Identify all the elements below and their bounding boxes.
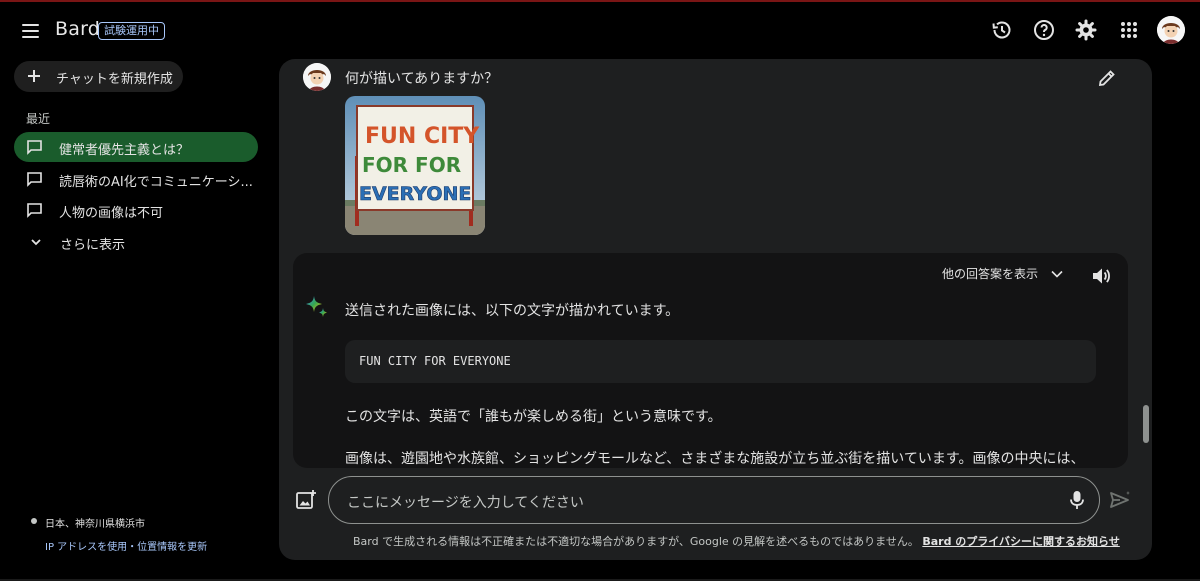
disclaimer: Bard で生成される情報は不正確または不適切な場合がありますが、Google … [353,533,1120,549]
bard-sparkle-icon [306,296,327,317]
user-prompt: 何が描いてありますか？ [345,71,499,87]
location-dot-icon [31,518,37,524]
message-input-placeholder: ここにメッセージを入力してください [347,495,584,511]
new-chat-button[interactable]: チャットを新規作成 [14,61,183,92]
privacy-link[interactable]: Bard のプライバシーに関するお知らせ [922,535,1120,548]
other-drafts-button[interactable]: 他の回答案を表示 [942,265,1038,282]
add-image-icon[interactable] [295,489,317,511]
sidebar-item-chat-2[interactable]: 読唇術のAI化でコミュニケーシ... [14,164,258,194]
user-avatar [303,63,331,91]
code-text: FUN CITY FOR EVERYONE [359,354,511,368]
response-paragraph-2: この文字は、英語で「誰もが楽しめる街」という意味です。 [345,409,722,425]
sign-text-line-1: FUN CITY [365,124,480,149]
disclaimer-text: Bard で生成される情報は不正確または不適切な場合がありますが、Google … [353,535,919,548]
recent-heading: 最近 [26,112,51,126]
help-icon[interactable] [1032,18,1056,42]
plus-icon [28,70,40,82]
sidebar-item-label: 読唇術のAI化でコミュニケーシ... [59,175,253,190]
scrollbar-thumb[interactable] [1143,405,1149,443]
chat-bubble-icon [27,172,42,187]
response-card: 他の回答案を表示 送信された画像には、以下の文字が描かれています。 FUN CI… [293,253,1128,468]
location-text: 日本、神奈川県横浜市 [45,519,145,530]
app-logo: Bard [55,18,101,40]
sign-photo: FUN CITY FOR FOR EVERYONE [345,96,485,235]
chevron-down-icon[interactable] [1050,267,1064,281]
sidebar-item-chat-3[interactable]: 人物の画像は不可 [14,195,258,225]
uploaded-image[interactable]: FUN CITY FOR FOR EVERYONE [345,96,485,235]
response-paragraph-3: 画像は、遊園地や水族館、ショッピングモールなど、さまざまな施設が立ち並ぶ街を描い… [345,451,1085,467]
avatar-image [303,63,331,91]
avatar-image [1157,16,1185,44]
edit-icon[interactable] [1096,67,1118,89]
sidebar-item-chat-1[interactable]: 健常者優先主義とは？ [14,132,258,162]
microphone-icon[interactable] [1067,489,1087,511]
chat-bubble-icon [27,203,42,218]
menu-icon[interactable] [18,18,44,44]
sidebar-item-label: 人物の画像は不可 [59,206,164,221]
app-header: Bard 試験運用中 [0,2,1200,58]
experiment-badge: 試験運用中 [98,22,165,40]
account-avatar[interactable] [1157,16,1185,44]
history-icon[interactable] [990,18,1014,42]
chat-panel: 何が描いてありますか？ FUN CITY FOR FOR EVERYONE 他の… [279,59,1152,560]
sign-text-line-3: EVERYONE [359,183,471,205]
chat-bubble-icon [27,140,42,155]
chevron-down-icon [31,239,41,246]
sidebar-item-label: 健常者優先主義とは？ [59,143,190,158]
response-intro: 送信された画像には、以下の文字が描かれています。 [345,303,680,319]
message-input[interactable]: ここにメッセージを入力してください [328,476,1100,524]
gear-icon[interactable] [1074,18,1098,42]
code-block: FUN CITY FOR EVERYONE [345,340,1096,383]
update-location-link[interactable]: IP アドレスを使用・位置情報を更新 [45,538,207,553]
speaker-icon[interactable] [1090,265,1112,287]
show-more-label: さらに表示 [60,238,126,253]
new-chat-label: チャットを新規作成 [56,72,173,87]
sign-text-line-2: FOR FOR [362,153,461,177]
apps-grid-icon[interactable] [1117,18,1141,42]
send-icon[interactable] [1108,489,1132,511]
